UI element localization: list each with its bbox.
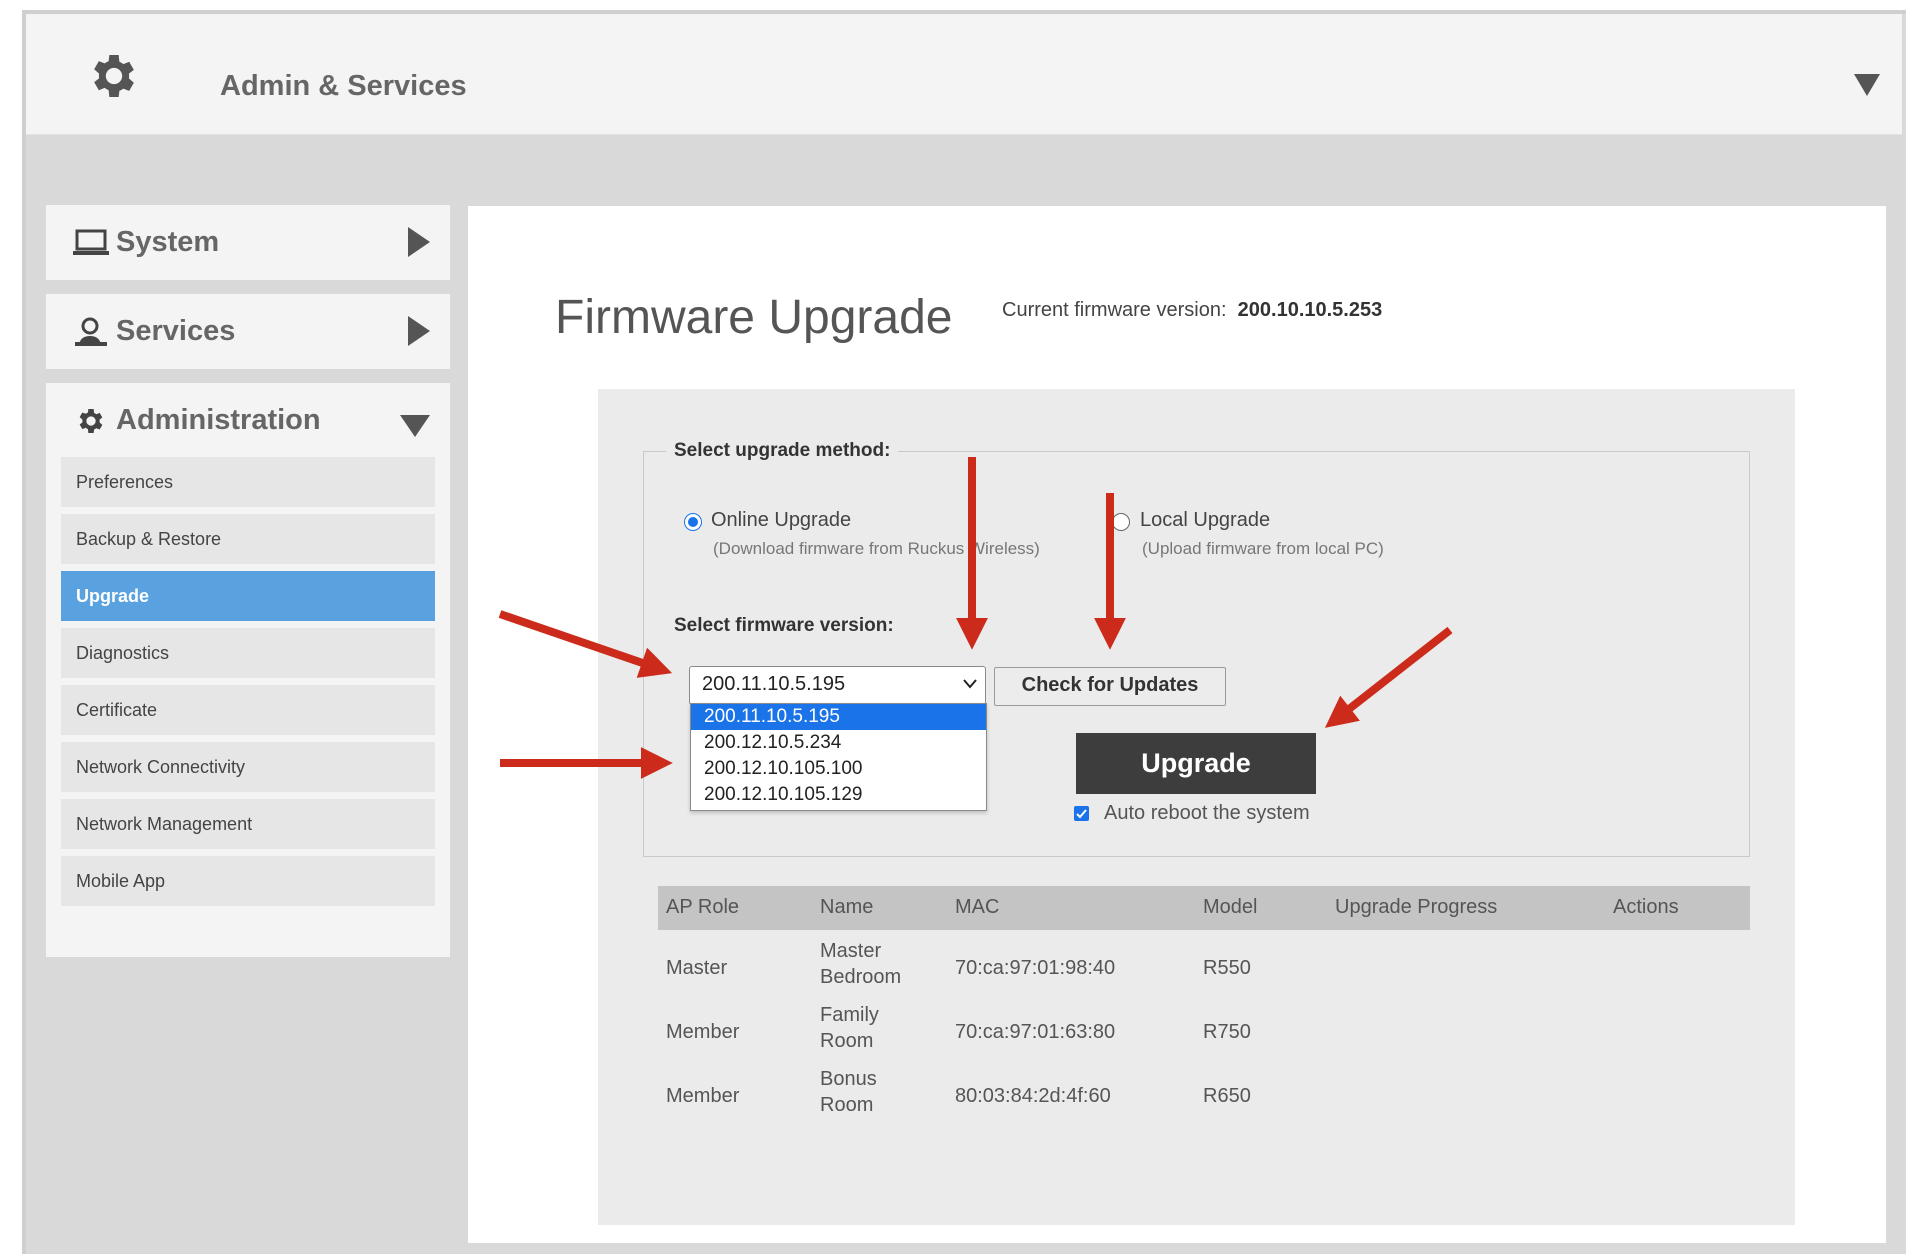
cell-name-line2: Bedroom [820,966,902,988]
sidebar-item-network-connectivity[interactable]: Network Connectivity [61,742,435,792]
chevron-down-icon [963,679,977,689]
checkmark-icon [1076,809,1087,819]
cell-model: R750 [1203,1021,1251,1043]
upgrade-panel: Select upgrade method: Online Upgrade (D… [598,389,1795,1225]
cell-model: R550 [1203,957,1251,979]
table-header: AP Role Name MAC Model Upgrade Progress … [658,886,1750,930]
column-header: Actions [1613,896,1679,918]
version-option[interactable]: 200.12.10.105.129 [691,782,986,808]
column-header: Name [820,896,874,918]
sidebar-item-system[interactable]: System [46,205,450,280]
sidebar-item-mobile-app[interactable]: Mobile App [61,856,435,906]
services-icon [75,317,107,346]
sidebar-item-administration[interactable]: Administration [46,383,450,457]
firmware-version-select[interactable]: 200.11.10.5.195 [689,666,986,705]
chevron-down-icon [400,415,430,437]
column-header: Upgrade Progress [1335,896,1498,918]
table-row: Member Bonus Room 80:03:84:2d:4f:60 R650 [658,1058,1750,1136]
current-version-label: Current firmware version: [1002,299,1227,321]
current-version-value: 200.10.10.5.253 [1237,299,1383,321]
upgrade-button[interactable]: Upgrade [1076,733,1316,794]
column-header: MAC [955,896,1000,918]
check-for-updates-button[interactable]: Check for Updates [994,667,1226,706]
firmware-version-label: Select firmware version: [674,615,894,636]
top-bar: Admin & Services [26,14,1902,135]
current-firmware-version: Current firmware version: 200.10.10.5.25… [1002,299,1382,322]
sidebar-item-diagnostics[interactable]: Diagnostics [61,628,435,678]
sidebar-item-backup-restore[interactable]: Backup & Restore [61,514,435,564]
sidebar-item-label: Administration [116,404,321,436]
cell-mac: 70:ca:97:01:98:40 [955,957,1116,979]
column-header: Model [1203,896,1258,918]
gear-icon [79,409,103,433]
main-panel: Firmware Upgrade Current firmware versio… [468,206,1886,1243]
chevron-right-icon [408,227,430,257]
sidebar-item-label: Services [116,315,236,347]
chevron-right-icon [408,316,430,346]
cell-role: Master [666,957,728,979]
cell-model: R650 [1203,1085,1251,1107]
cell-name-line2: Room [820,1030,874,1052]
local-upgrade-radio[interactable] [1112,513,1130,531]
page-title: Firmware Upgrade [555,291,953,344]
online-upgrade-radio[interactable] [684,513,702,531]
cell-role: Member [666,1085,740,1107]
auto-reboot-checkbox[interactable] [1074,806,1089,821]
auto-reboot-label: Auto reboot the system [1104,802,1310,824]
sidebar: System Services Administration Preferenc… [46,205,450,957]
firmware-version-dropdown: 200.11.10.5.195 200.12.10.5.234 200.12.1… [690,703,987,811]
upgrade-method-fieldset: Select upgrade method: Online Upgrade (D… [643,440,1750,857]
cell-name-line1: Master [820,940,882,962]
cell-role: Member [666,1021,740,1043]
version-option[interactable]: 200.12.10.5.234 [691,730,986,756]
ap-table: AP Role Name MAC Model Upgrade Progress … [658,886,1750,1136]
sidebar-item-preferences[interactable]: Preferences [61,457,435,507]
selected-version: 200.11.10.5.195 [702,673,846,695]
sidebar-item-certificate[interactable]: Certificate [61,685,435,735]
laptop-icon [73,229,109,255]
cell-name-line1: Bonus [820,1068,877,1090]
local-upgrade-sublabel: (Upload firmware from local PC) [1142,539,1384,558]
cell-name-line2: Room [820,1094,874,1116]
gear-icon [94,55,134,97]
cell-mac: 70:ca:97:01:63:80 [955,1021,1116,1043]
cell-mac: 80:03:84:2d:4f:60 [955,1085,1111,1107]
sidebar-section-administration: Administration Preferences Backup & Rest… [46,383,450,957]
version-option[interactable]: 200.11.10.5.195 [691,704,986,730]
column-header: AP Role [666,896,740,918]
sidebar-item-services[interactable]: Services [46,294,450,369]
local-upgrade-label[interactable]: Local Upgrade [1140,509,1270,532]
sidebar-item-upgrade[interactable]: Upgrade [61,571,435,621]
online-upgrade-label[interactable]: Online Upgrade [711,509,851,532]
online-upgrade-sublabel: (Download firmware from Ruckus Wireless) [713,539,1040,558]
upgrade-method-legend: Select upgrade method: [666,440,899,462]
header-title: Admin & Services [220,70,467,102]
cell-name-line1: Family [820,1004,879,1026]
chevron-down-icon[interactable] [1854,74,1880,96]
sidebar-item-label: System [116,226,220,258]
sidebar-item-network-management[interactable]: Network Management [61,799,435,849]
version-option[interactable]: 200.12.10.105.100 [691,756,986,782]
